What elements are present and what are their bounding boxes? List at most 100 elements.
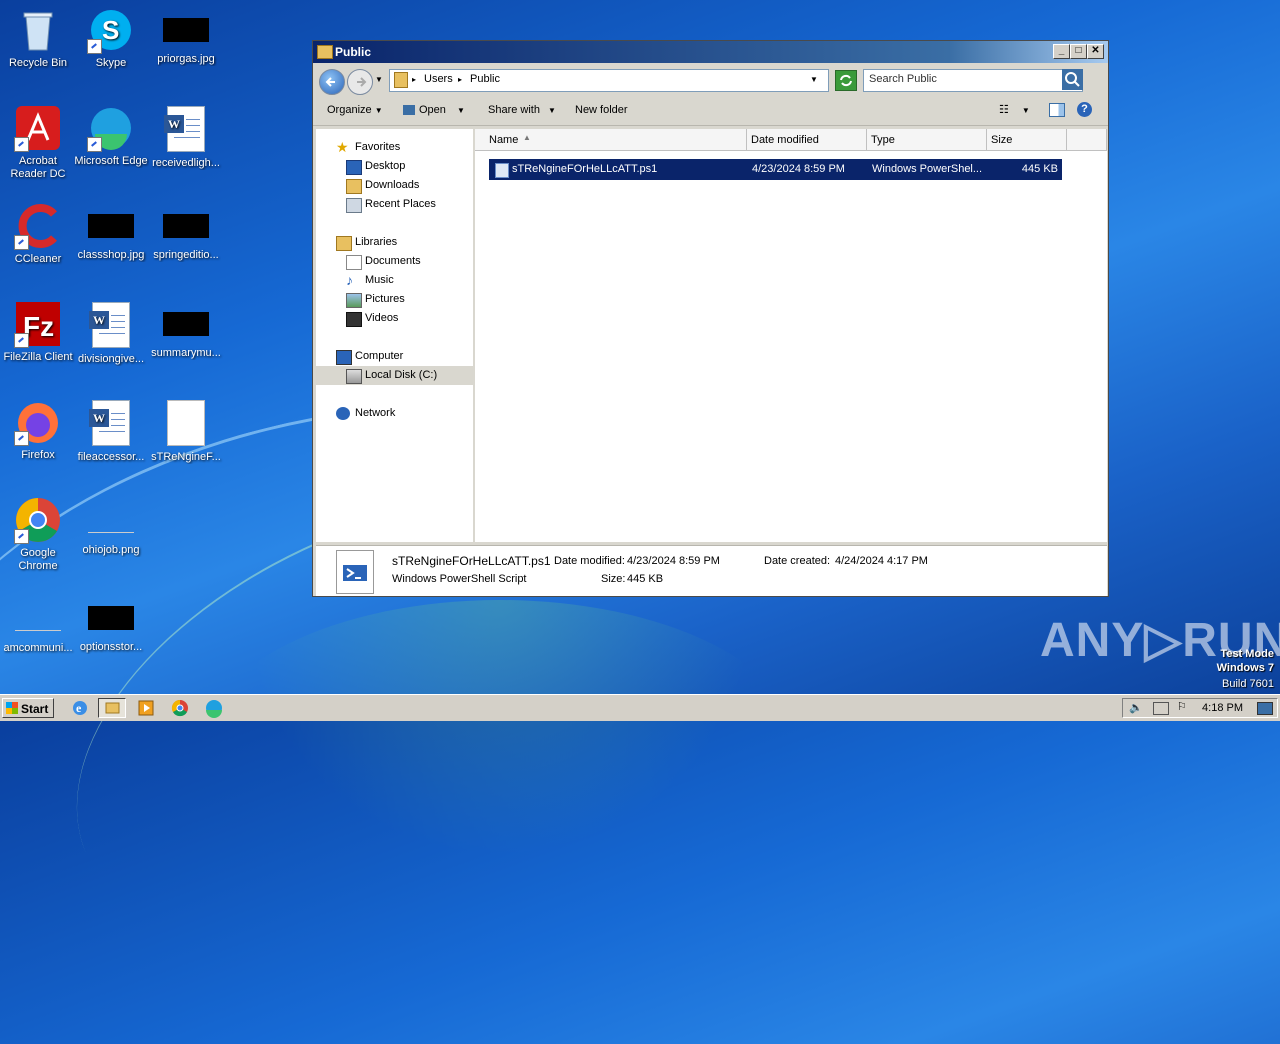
nav-recent-places[interactable]: Recent Places — [316, 195, 473, 214]
start-button[interactable]: Start — [2, 698, 54, 718]
image-thumbnail — [88, 214, 134, 238]
chrome-taskbar-icon[interactable] — [166, 698, 194, 718]
word-document-icon: W — [89, 400, 130, 446]
desktop-icon-priorgas[interactable]: priorgas.jpg — [148, 6, 224, 66]
title-bar[interactable]: Public _ □ ✕ — [313, 41, 1108, 63]
shortcut-arrow-icon — [14, 235, 29, 250]
column-header-date[interactable]: Date modified — [747, 129, 867, 151]
column-header-size[interactable]: Size — [987, 129, 1067, 151]
desktop-icon-receivedligh[interactable]: W receivedligh... — [148, 104, 224, 170]
clock[interactable]: 4:18 PM — [1202, 702, 1243, 714]
address-bar[interactable]: ▸ Users ▸ Public ▼ — [389, 69, 829, 92]
new-folder-button[interactable]: New folder — [575, 104, 628, 116]
recycle-bin-icon — [14, 6, 62, 54]
details-size-label: Size: — [601, 573, 626, 585]
nav-local-disk[interactable]: Local Disk (C:) — [316, 366, 473, 385]
desktop-icon-amcommuni[interactable]: amcommuni... — [0, 594, 76, 655]
image-thumbnail — [88, 606, 134, 630]
skype-icon: S — [87, 6, 135, 54]
column-header-type[interactable]: Type — [867, 129, 987, 151]
edge-taskbar-icon[interactable] — [200, 698, 228, 718]
view-options-icon[interactable]: ☷ ▼ — [999, 103, 1030, 116]
desktop-icon-strengine[interactable]: sTReNgineF... — [148, 398, 224, 464]
back-button[interactable] — [319, 69, 345, 95]
nav-videos[interactable]: Videos — [316, 309, 473, 328]
refresh-button[interactable] — [835, 70, 857, 91]
os-version-label: Windows 7 — [1216, 662, 1274, 674]
column-header-filler — [1067, 129, 1107, 151]
details-size-value: 445 KB — [627, 573, 664, 585]
desktop-icon-classshop[interactable]: classshop.jpg — [73, 202, 149, 262]
show-desktop-icon[interactable] — [1257, 702, 1273, 715]
nav-documents[interactable]: Documents — [316, 252, 473, 271]
navigation-pane: ★ Favorites Desktop Downloads Recent Pla… — [316, 129, 473, 542]
media-player-taskbar-icon[interactable] — [132, 698, 160, 718]
nav-favorites[interactable]: ★ Favorites — [316, 138, 473, 157]
svg-text:S: S — [102, 15, 119, 45]
desktop-icon-firefox[interactable]: Firefox — [0, 398, 76, 462]
desktop-icon-chrome[interactable]: Google Chrome — [0, 496, 76, 573]
desktop-icon-skype[interactable]: S Skype — [73, 6, 149, 70]
music-icon: ♪ — [346, 272, 353, 288]
breadcrumb-users[interactable]: Users — [424, 73, 453, 85]
help-icon[interactable]: ? — [1077, 102, 1092, 117]
test-mode-label: Test Mode — [1220, 648, 1274, 660]
image-thumbnail — [88, 508, 134, 533]
desktop-icon-ohiojob[interactable]: ohiojob.png — [73, 496, 149, 557]
powershell-script-icon — [495, 163, 509, 178]
blank-file-icon — [167, 400, 205, 446]
desktop-icon-edge[interactable]: Microsoft Edge — [73, 104, 149, 168]
search-input[interactable]: Search Public — [863, 69, 1083, 92]
forward-button[interactable] — [347, 69, 373, 95]
address-row: ▼ ▸ Users ▸ Public ▼ Search Public — [313, 63, 1108, 95]
shortcut-arrow-icon — [14, 431, 29, 446]
volume-icon[interactable]: 🔈 — [1129, 701, 1143, 714]
shortcut-arrow-icon — [14, 333, 29, 348]
desktop-icon-springeditio[interactable]: springeditio... — [148, 202, 224, 262]
share-with-button[interactable]: Share with ▼ — [488, 104, 556, 116]
window-title: Public — [335, 45, 372, 59]
nav-computer[interactable]: Computer — [316, 347, 473, 366]
details-created-value: 4/24/2024 4:17 PM — [835, 555, 928, 567]
nav-libraries[interactable]: Libraries — [316, 233, 473, 252]
shortcut-arrow-icon — [14, 529, 29, 544]
recent-pages-dropdown[interactable]: ▼ — [375, 75, 383, 84]
explorer-window[interactable]: Public _ □ ✕ ▼ ▸ Users ▸ Public ▼ Search… — [312, 40, 1109, 597]
search-icon[interactable] — [1062, 69, 1083, 90]
nav-network[interactable]: Network — [316, 404, 473, 423]
network-icon — [336, 407, 350, 420]
open-button[interactable]: Open ▼ — [403, 104, 465, 116]
desktop-icon-ccleaner[interactable]: CCleaner — [0, 202, 76, 266]
desktop-icon-divisiongive[interactable]: W divisiongive... — [73, 300, 149, 366]
libraries-icon — [336, 236, 352, 251]
desktop-icon-filezilla[interactable]: Fz FileZilla Client — [0, 300, 76, 364]
maximize-button[interactable]: □ — [1070, 44, 1087, 59]
desktop-icon-acrobat[interactable]: Acrobat Reader DC — [0, 104, 76, 181]
ie-taskbar-icon[interactable]: e — [66, 698, 94, 718]
nav-pictures[interactable]: Pictures — [316, 290, 473, 309]
breadcrumb-public[interactable]: Public — [470, 73, 500, 85]
desktop-icon-optionsstor[interactable]: optionsstor... — [73, 594, 149, 654]
nav-downloads[interactable]: Downloads — [316, 176, 473, 195]
desktop-icon-summarymu[interactable]: summarymu... — [148, 300, 224, 360]
address-dropdown[interactable]: ▼ — [810, 75, 818, 84]
desktop-icon-recycle-bin[interactable]: Recycle Bin — [0, 6, 76, 70]
edge-icon — [87, 104, 135, 152]
explorer-taskbar-icon[interactable] — [98, 698, 126, 718]
nav-music[interactable]: ♪ Music — [316, 271, 473, 290]
file-row[interactable]: sTReNgineFOrHeLLcATT.ps1 4/23/2024 8:59 … — [489, 159, 1062, 180]
acrobat-icon — [14, 104, 62, 152]
breadcrumb-separator: ▸ — [458, 75, 463, 84]
column-header-name[interactable]: Name ▲ — [475, 129, 747, 151]
details-filetype: Windows PowerShell Script — [392, 573, 527, 585]
nav-desktop[interactable]: Desktop — [316, 157, 473, 176]
powershell-file-icon — [336, 550, 374, 594]
file-list[interactable]: Name ▲ Date modified Type Size sTReNgine… — [475, 129, 1107, 542]
network-tray-icon[interactable] — [1153, 702, 1169, 715]
desktop-icon-fileaccessor[interactable]: W fileaccessor... — [73, 398, 149, 464]
action-center-flag-icon[interactable]: ⚐ — [1177, 700, 1187, 713]
minimize-button[interactable]: _ — [1053, 44, 1070, 59]
close-button[interactable]: ✕ — [1087, 44, 1104, 59]
preview-pane-icon[interactable] — [1049, 103, 1065, 117]
organize-button[interactable]: Organize ▼ — [327, 104, 383, 116]
